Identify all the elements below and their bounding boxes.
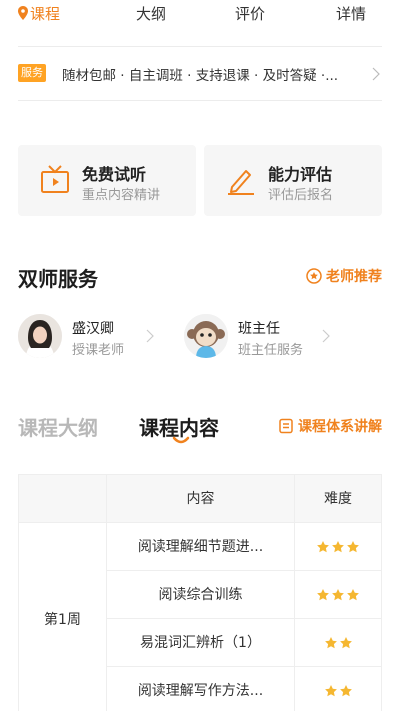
- teacher-item[interactable]: 班主任 班主任服务: [184, 314, 334, 364]
- service-badge: 服务: [18, 64, 46, 82]
- teacher-role: 班主任服务: [238, 343, 304, 358]
- star-icon: [332, 540, 344, 552]
- star-icon: [317, 540, 329, 552]
- tab-course[interactable]: 课程: [18, 3, 60, 24]
- table-row[interactable]: 阅读理解细节题进...: [107, 523, 381, 571]
- teacher-recommend-link[interactable]: 老师推荐: [306, 266, 382, 286]
- star-icon: [324, 684, 337, 696]
- tab-details[interactable]: 详情: [336, 3, 366, 24]
- section-title-dual-teacher: 双师服务: [18, 267, 98, 291]
- tab-reviews[interactable]: 评价: [235, 3, 265, 24]
- ability-assessment-card[interactable]: 能力评估 评估后报名: [204, 145, 382, 216]
- divider: [18, 100, 382, 101]
- week-cell: 第1周: [19, 523, 107, 711]
- tab-outline[interactable]: 大纲: [136, 3, 166, 24]
- avatar: [18, 314, 62, 358]
- course-content-table: 内容 难度 第1周 阅读理解细节题进... 阅读综合训练 易混词汇辨析（1） 阅读理解…: [18, 474, 382, 711]
- star-icon: [339, 636, 352, 648]
- table-rows: 阅读理解细节题进... 阅读综合训练 易混词汇辨析（1） 阅读理解写作方法...: [107, 523, 381, 711]
- lesson-title: 阅读理解写作方法...: [107, 667, 295, 711]
- pencil-icon: [228, 170, 254, 195]
- teacher-name: 班主任: [238, 321, 280, 337]
- star-icon: [317, 588, 329, 600]
- star-icon: [332, 588, 344, 600]
- service-text: 随材包邮 · 自主调班 · 支持退课 · 及时答疑 ·...: [62, 68, 339, 84]
- star-circle-icon: [306, 268, 322, 284]
- table-header: 内容 难度: [19, 475, 381, 523]
- free-trial-card[interactable]: 免费试听 重点内容精讲: [18, 145, 196, 216]
- course-system-explain-link[interactable]: 课程体系讲解: [278, 416, 382, 436]
- difficulty-rating: [295, 571, 381, 618]
- table-row[interactable]: 阅读综合训练: [107, 571, 381, 619]
- teacher-name: 盛汉卿: [72, 321, 114, 337]
- card-subtitle: 评估后报名: [268, 188, 334, 203]
- star-icon: [324, 636, 337, 648]
- table-row[interactable]: 阅读理解写作方法...: [107, 667, 381, 711]
- tab-syllabus-outline[interactable]: 课程大纲: [18, 412, 98, 441]
- teacher-role: 授课老师: [72, 343, 125, 358]
- explain-label: 课程体系讲解: [298, 419, 382, 435]
- table-body: 第1周 阅读理解细节题进... 阅读综合训练 易混词汇辨析（1） 阅读理解写作方法..…: [19, 523, 381, 711]
- card-title: 能力评估: [268, 165, 333, 184]
- lesson-title: 易混词汇辨析（1）: [107, 619, 295, 666]
- table-row[interactable]: 易混词汇辨析（1）: [107, 619, 381, 667]
- recommend-label: 老师推荐: [326, 269, 382, 285]
- difficulty-rating: [295, 523, 381, 570]
- service-row[interactable]: 服务 随材包邮 · 自主调班 · 支持退课 · 及时答疑 ·...: [18, 62, 382, 86]
- document-icon: [279, 418, 293, 434]
- card-subtitle: 重点内容精讲: [82, 188, 161, 203]
- chevron-right-icon: [372, 67, 380, 81]
- star-icon: [347, 540, 359, 552]
- header-content: 内容: [107, 475, 295, 522]
- tab-course-label: 课程: [30, 5, 61, 23]
- lesson-title: 阅读理解细节题进...: [107, 523, 295, 570]
- header-difficulty: 难度: [324, 491, 352, 507]
- divider: [18, 46, 382, 47]
- star-icon: [339, 684, 352, 696]
- card-title: 免费试听: [82, 165, 147, 184]
- active-tab-indicator: [172, 436, 190, 444]
- monkey-mascot-icon: [184, 314, 228, 358]
- difficulty-rating: [295, 619, 381, 666]
- top-tab-bar: 课程 大纲 评价 详情: [0, 0, 400, 30]
- header-week: [19, 475, 107, 522]
- star-icon: [347, 588, 359, 600]
- teacher-item[interactable]: 盛汉卿 授课老师: [18, 314, 168, 364]
- teacher-photo-icon: [18, 314, 62, 358]
- avatar: [184, 314, 228, 358]
- chevron-right-icon: [146, 329, 154, 343]
- difficulty-rating: [295, 667, 381, 711]
- chevron-right-icon: [322, 329, 330, 343]
- tv-icon: [41, 165, 69, 193]
- lesson-title: 阅读综合训练: [107, 571, 295, 618]
- location-pin-icon: [18, 6, 28, 20]
